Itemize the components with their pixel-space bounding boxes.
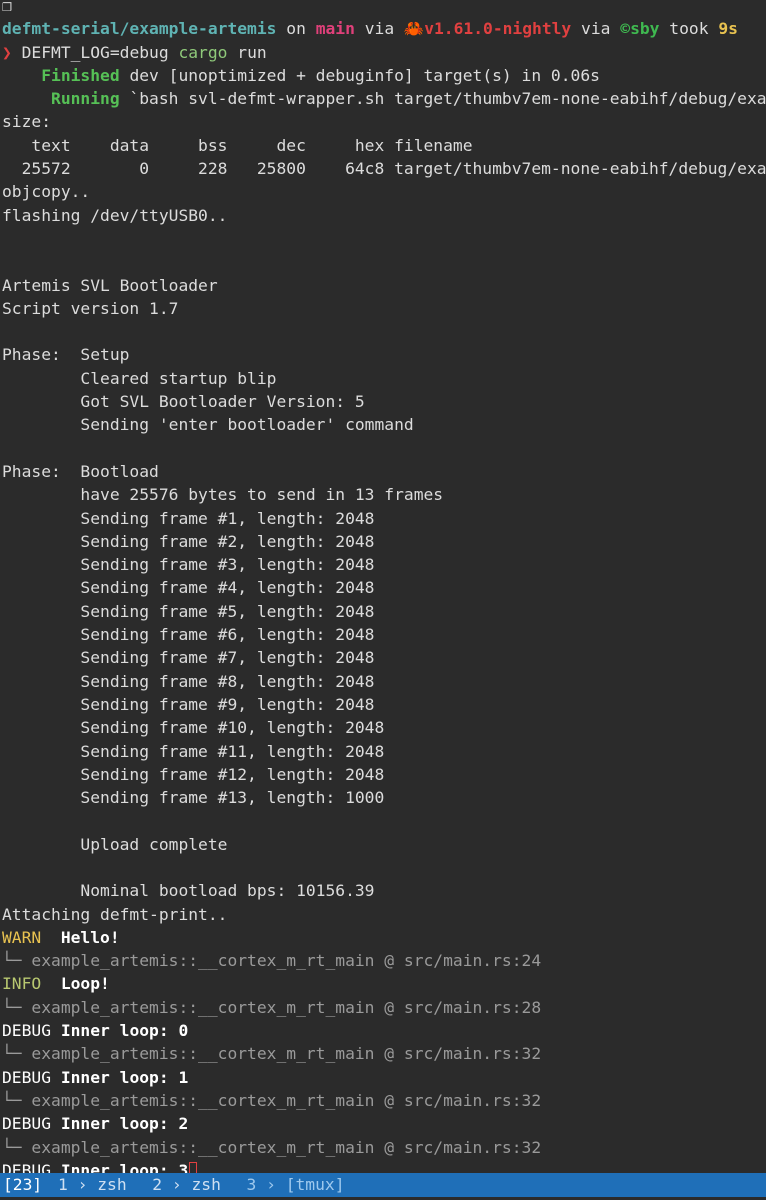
output-line: Script version 1.7 — [2, 298, 179, 318]
prompt-rust-version: v1.61.0-nightly — [424, 19, 572, 39]
prompt-user: sby — [630, 19, 660, 39]
prompt-arrow-icon: ❯ — [2, 42, 12, 62]
tmux-window-2[interactable]: 2 › zsh — [139, 1173, 233, 1197]
command-line: ❯ DEFMT_LOG=debug cargo run — [2, 41, 766, 64]
prompt-status-line: defmt-serial/example-artemis on main via… — [2, 17, 766, 40]
prompt-via-text: via — [354, 19, 404, 39]
output-line: objcopy.. — [2, 182, 91, 202]
output-line: Sending frame #9, length: 2048 — [2, 694, 375, 714]
log-entry: INFO Loop! — [2, 972, 766, 995]
cargo-running-label: Running — [2, 89, 120, 109]
cargo-finished-text: dev [unoptimized + debuginfo] target(s) … — [119, 65, 600, 85]
output-line: Sending 'enter bootloader' command — [2, 415, 414, 435]
prompt-on-text: on — [276, 19, 316, 39]
log-level-label: DEBUG — [2, 1114, 52, 1134]
output-line: Nominal bootload bps: 10156.39 — [2, 881, 375, 901]
user-icon: © — [620, 19, 631, 39]
rust-crab-icon: 🦀 — [403, 19, 425, 39]
log-message: Inner loop: 1 — [60, 1067, 189, 1087]
output-line: text data bss dec hex filename — [2, 135, 473, 155]
output-line: 25572 0 228 25800 64c8 target/thumbv7em-… — [21, 159, 766, 179]
tmux-session-name: [23] — [3, 1175, 43, 1194]
log-level-label: WARN — [2, 927, 52, 947]
log-message: Inner loop: 2 — [60, 1114, 189, 1134]
output-line: Sending frame #6, length: 2048 — [2, 625, 375, 645]
prompt-branch: main — [315, 19, 355, 39]
output-line: Upload complete — [2, 834, 228, 854]
cargo-finished-label: Finished — [2, 65, 120, 85]
log-entry: DEBUG Inner loop: 1 — [2, 1066, 766, 1089]
output-line: Sending frame #11, length: 2048 — [2, 741, 385, 761]
output-line: Phase: Setup — [2, 345, 130, 365]
tmux-icon: ❐ — [2, 0, 12, 15]
output-line: Sending frame #13, length: 1000 — [2, 788, 385, 808]
log-entry: WARN Hello! — [2, 926, 766, 949]
output-line: Sending frame #10, length: 2048 — [2, 718, 385, 738]
tmux-window-3[interactable]: 3 › [tmux] — [234, 1173, 348, 1197]
prompt-duration: 9s — [718, 19, 738, 39]
log-level-label: DEBUG — [2, 1067, 52, 1087]
tmux-window-1[interactable]: 1 › zsh — [45, 1173, 139, 1197]
log-location: └─ example_artemis::__cortex_m_rt_main @… — [2, 1090, 542, 1110]
defmt-log-block: WARN Hello! └─ example_artemis::__cortex_… — [2, 926, 766, 1159]
log-location: └─ example_artemis::__cortex_m_rt_main @… — [2, 1044, 542, 1064]
output-line: Phase: Bootload — [2, 461, 159, 481]
prompt-directory: defmt-serial/example-artemis — [2, 19, 277, 39]
prompt-top-glyph-line: ❐ — [2, 0, 766, 17]
output-line: Sending frame #7, length: 2048 — [2, 648, 375, 668]
output-line: Attaching defmt-print.. — [2, 904, 228, 924]
log-message: Inner loop: 0 — [60, 1021, 189, 1041]
output-line: Sending frame #2, length: 2048 — [2, 531, 375, 551]
output-line: Artemis SVL Bootloader — [2, 275, 218, 295]
command-env: DEFMT_LOG=debug — [11, 42, 179, 62]
output-line: have 25576 bytes to send in 13 frames — [2, 485, 444, 505]
output-line: Sending frame #3, length: 2048 — [2, 555, 375, 575]
output-line: Sending frame #8, length: 2048 — [2, 671, 375, 691]
output-line: Sending frame #5, length: 2048 — [2, 601, 375, 621]
log-entry: DEBUG Inner loop: 2 — [2, 1112, 766, 1135]
output-line: size: — [2, 112, 52, 132]
cargo-running-line: Running `bash svl-defmt-wrapper.sh targe… — [2, 87, 766, 110]
log-entry: DEBUG Inner loop: 0 — [2, 1019, 766, 1042]
log-location: └─ example_artemis::__cortex_m_rt_main @… — [2, 1137, 542, 1157]
output-line: Cleared startup blip — [2, 368, 277, 388]
prompt-via-text-2: via — [571, 19, 621, 39]
command-cargo: cargo — [178, 42, 228, 62]
log-level-label: DEBUG — [2, 1021, 52, 1041]
log-message: Loop! — [60, 974, 110, 994]
cargo-finished-line: Finished dev [unoptimized + debuginfo] t… — [2, 64, 766, 87]
output-line: flashing /dev/ttyUSB0.. — [2, 205, 228, 225]
log-message: Hello! — [60, 927, 120, 947]
tool-output-block: size: text data bss dec hex filename 255… — [2, 110, 766, 925]
output-line: Sending frame #4, length: 2048 — [2, 578, 375, 598]
cargo-running-text: `bash svl-defmt-wrapper.sh target/thumbv… — [129, 89, 766, 109]
terminal-output[interactable]: ❐ defmt-serial/example-artemis on main v… — [2, 0, 766, 1182]
log-location: └─ example_artemis::__cortex_m_rt_main @… — [2, 997, 542, 1017]
prompt-took-text: took — [659, 19, 719, 39]
command-args: run — [227, 42, 267, 62]
log-level-label: INFO — [2, 974, 52, 994]
output-line: Got SVL Bootloader Version: 5 — [2, 392, 365, 412]
tmux-status-bar: [23] 1 › zsh 2 › zsh 3 › [tmux] — [0, 1173, 766, 1197]
output-line: Sending frame #12, length: 2048 — [2, 764, 385, 784]
log-location: └─ example_artemis::__cortex_m_rt_main @… — [2, 951, 542, 971]
output-line: Sending frame #1, length: 2048 — [2, 508, 375, 528]
